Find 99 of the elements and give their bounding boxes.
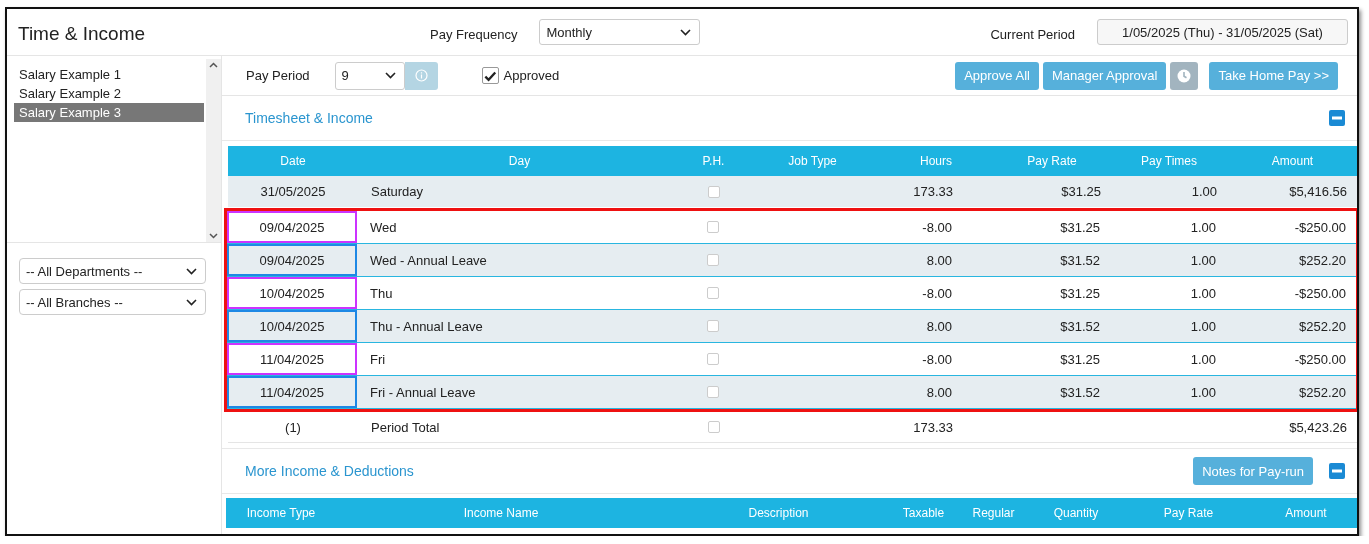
amount-cell-text: -$250.00	[1293, 350, 1347, 369]
date-cell: 10/04/2025	[227, 310, 357, 342]
column-header: Hours	[919, 154, 953, 168]
pay-period-dropdown[interactable]: 9	[334, 61, 405, 90]
clock-icon	[1177, 68, 1192, 83]
checkbox[interactable]	[706, 353, 719, 365]
pay-rate-cell-text: $31.25	[1059, 218, 1101, 237]
amount-cell-text: -$250.00	[1293, 284, 1347, 303]
checkbox[interactable]	[707, 185, 720, 198]
hours-cell-text: 8.00	[925, 251, 953, 270]
date-cell: 11/04/2025	[227, 376, 357, 408]
employee-list-item[interactable]: Salary Example 3	[14, 103, 204, 122]
date-cell-text: 31/05/2025	[259, 183, 327, 201]
column-header: Day	[507, 154, 532, 168]
pay-rate-cell-text: $31.52	[1059, 383, 1101, 402]
column-header: Pay Rate	[1026, 154, 1078, 168]
column-header: Pay Rate	[1162, 506, 1215, 520]
scroll-down-icon[interactable]	[209, 233, 218, 239]
checkbox[interactable]	[707, 421, 720, 433]
pay-times-cell-text: 1.00	[1189, 284, 1217, 303]
collapse-button[interactable]	[1329, 463, 1345, 479]
column-header: Quantity	[1052, 506, 1100, 520]
chevron-down-icon	[186, 298, 197, 306]
column-header: Taxable	[901, 506, 946, 520]
chevron-down-icon	[384, 72, 396, 79]
amount-cell-text: -$250.00	[1293, 218, 1347, 237]
filter-dropdown[interactable]: -- All Branches --	[19, 289, 206, 315]
day-cell-text: Thu	[369, 284, 394, 303]
page-title: Time & Income	[18, 22, 147, 45]
day-cell-text: Thu - Annual Leave	[369, 317, 484, 336]
pay-rate-cell-text: $31.52	[1059, 251, 1101, 270]
pay-times-cell-text: 1.00	[1189, 350, 1217, 369]
hours-cell-text: 8.00	[925, 383, 953, 402]
pay-times-cell-text: 1.00	[1189, 383, 1217, 402]
chevron-down-icon	[680, 28, 692, 36]
field-label: Current Period	[990, 25, 1075, 42]
filter-dropdown[interactable]: -- All Departments --	[19, 258, 206, 284]
column-header: Description	[747, 506, 810, 520]
pay-times-cell-text: 1.00	[1190, 183, 1218, 201]
hours-cell-text: -8.00	[921, 218, 953, 237]
pay-times-cell-text: 1.00	[1189, 218, 1217, 237]
amount-cell-text: $5,416.56	[1288, 183, 1348, 201]
day-cell-text: Saturday	[370, 183, 425, 201]
pay-times-cell-text: 1.00	[1189, 317, 1217, 336]
approved-checkbox[interactable]	[481, 67, 499, 84]
amount-cell-text: $5,423.26	[1288, 418, 1348, 437]
amount-cell-text: $252.20	[1298, 251, 1347, 270]
pay-times-cell-text: 1.00	[1189, 251, 1217, 270]
row-count: (1)	[284, 418, 302, 437]
collapse-button[interactable]	[1329, 110, 1345, 126]
checkbox[interactable]	[706, 254, 719, 266]
section-title: Timesheet & Income	[245, 110, 373, 126]
column-header: P.H.	[701, 154, 726, 168]
scrollbar[interactable]	[206, 59, 221, 242]
date-cell: 09/04/2025	[227, 211, 357, 243]
checkbox-label: Approved	[503, 68, 560, 83]
info-button[interactable]	[404, 61, 438, 90]
pay-rate-cell-text: $31.25	[1059, 284, 1101, 303]
column-header: Pay Times	[1140, 154, 1198, 168]
checkbox[interactable]	[706, 386, 719, 398]
total-label: Period Total	[370, 418, 441, 437]
day-cell-text: Fri - Annual Leave	[369, 383, 477, 402]
chevron-down-icon	[186, 267, 197, 275]
hours-cell-text: 8.00	[925, 317, 953, 336]
field-label: Pay Frequency	[430, 25, 518, 42]
day-cell-text: Wed	[369, 218, 398, 237]
info-icon	[414, 69, 428, 82]
date-cell: 10/04/2025	[227, 277, 357, 309]
column-header: Regular	[971, 506, 1016, 520]
current-period-field: 1/05/2025 (Thu) - 31/05/2025 (Sat)	[1097, 19, 1348, 45]
checkbox[interactable]	[706, 287, 719, 299]
pay-rate-cell-text: $31.25	[1060, 183, 1102, 201]
day-cell-text: Fri	[369, 350, 387, 369]
field-label: Pay Period	[246, 68, 310, 83]
amount-cell-text: $252.20	[1298, 383, 1347, 402]
column-header: Amount	[1284, 506, 1328, 520]
pay-frequency-dropdown[interactable]: Monthly	[539, 19, 701, 45]
scroll-up-icon[interactable]	[209, 62, 218, 68]
checkbox[interactable]	[706, 320, 719, 332]
column-header: Income Type	[245, 506, 317, 520]
day-cell-text: Wed - Annual Leave	[369, 251, 488, 270]
employee-list-item[interactable]: Salary Example 2	[14, 84, 204, 103]
amount-cell-text: $252.20	[1298, 317, 1347, 336]
column-header: Income Name	[462, 506, 540, 520]
hours-cell-text: -8.00	[921, 350, 953, 369]
column-header: Date	[279, 154, 307, 168]
pay-rate-cell-text: $31.25	[1059, 350, 1101, 369]
column-header: Amount	[1270, 154, 1315, 168]
hours-cell-text: -8.00	[921, 284, 953, 303]
date-cell: 11/04/2025	[227, 343, 357, 375]
section-title: More Income & Deductions	[245, 463, 414, 479]
date-cell: 09/04/2025	[227, 244, 357, 276]
checkbox[interactable]	[706, 221, 719, 233]
clock-button[interactable]	[1170, 61, 1199, 90]
pay-rate-cell-text: $31.52	[1059, 317, 1101, 336]
hours-cell-text: 173.33	[912, 418, 954, 437]
employee-list-item[interactable]: Salary Example 1	[14, 65, 204, 84]
column-header: Job Type	[787, 154, 838, 168]
hours-cell-text: 173.33	[912, 183, 954, 201]
